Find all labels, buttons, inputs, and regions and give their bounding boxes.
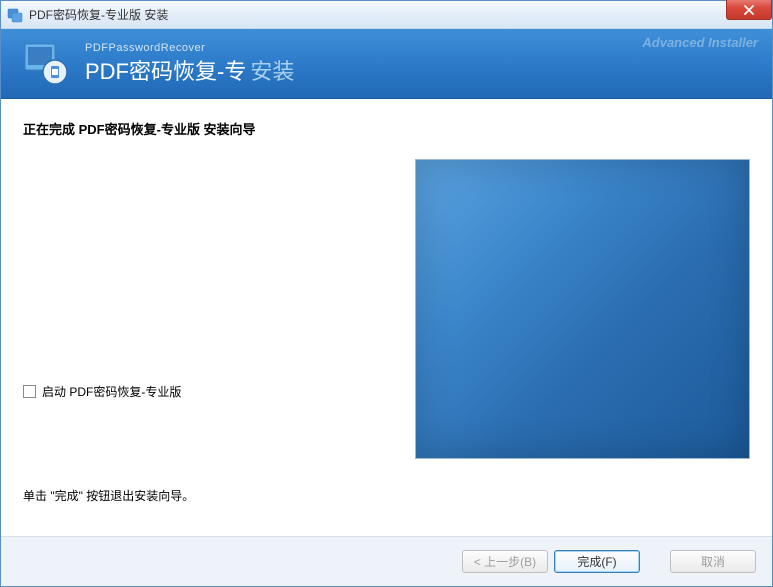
close-button[interactable] [726,0,772,20]
launch-checkbox[interactable] [23,385,36,398]
installer-watermark: Advanced Installer [642,35,758,50]
page-heading: 正在完成 PDF密码恢复-专业版 安装向导 [23,119,383,138]
product-title: PDF密码恢复-专安装 [85,54,294,86]
left-column: 正在完成 PDF密码恢复-专业版 安装向导 启动 PDF密码恢复-专业版 单击 … [23,119,383,516]
window-title: PDF密码恢复-专业版 安装 [29,6,168,23]
launch-checkbox-label: 启动 PDF密码恢复-专业版 [42,383,181,400]
exit-hint: 单击 "完成" 按钮退出安装向导。 [23,487,194,504]
back-button: < 上一步(B) [462,550,548,573]
product-subtitle: PDFPasswordRecover [85,42,294,54]
footer-bar: < 上一步(B) 完成(F) 取消 [1,536,772,586]
installer-window: PDF密码恢复-专业版 安装 PDFPasswordRecover PDF密码恢… [0,0,773,587]
header-banner: PDFPasswordRecover PDF密码恢复-专安装 Advanced … [1,29,772,99]
finish-button[interactable]: 完成(F) [554,550,640,573]
cancel-button: 取消 [670,550,756,573]
banner-text: PDFPasswordRecover PDF密码恢复-专安装 [85,42,294,86]
product-icon [21,38,73,90]
title-bar: PDF密码恢复-专业版 安装 [1,1,772,29]
launch-checkbox-row: 启动 PDF密码恢复-专业版 [23,383,383,400]
content-area: 正在完成 PDF密码恢复-专业版 安装向导 启动 PDF密码恢复-专业版 单击 … [1,99,772,536]
app-icon [7,7,23,23]
close-icon [744,5,754,15]
preview-image [415,159,750,459]
